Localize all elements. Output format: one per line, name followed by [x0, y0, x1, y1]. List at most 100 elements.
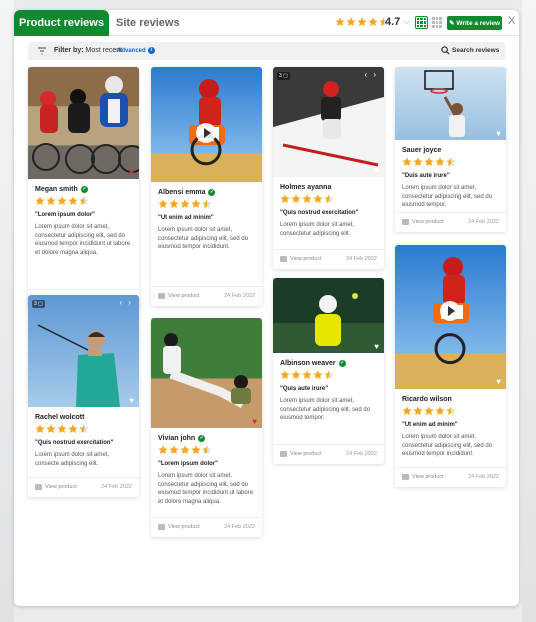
star-icon — [291, 370, 301, 379]
background-right — [522, 0, 536, 622]
review-title: "Lorem ipsum dolor" — [35, 212, 96, 218]
overall-rating-stars — [335, 17, 389, 29]
product-icon — [35, 484, 42, 490]
view-product-link[interactable]: View product — [158, 524, 200, 530]
star-icon — [68, 196, 78, 205]
star-icon — [313, 194, 323, 203]
filter-icon[interactable] — [37, 46, 47, 56]
star-icon — [357, 17, 367, 26]
card-divider — [28, 477, 139, 478]
heart-icon[interactable]: ♥ — [374, 166, 379, 175]
review-photo[interactable] — [28, 295, 139, 407]
image-nav-arrows[interactable]: ‹ › — [119, 298, 133, 307]
review-stars — [158, 199, 212, 209]
tab-product-reviews[interactable]: Product reviews — [14, 10, 109, 36]
reviewer-name: Albinson weaver ✓ — [280, 360, 346, 367]
view-product-link[interactable]: View product — [402, 474, 444, 480]
star-icon — [424, 157, 434, 166]
heart-icon[interactable]: ♥ — [374, 342, 379, 351]
background-left — [0, 0, 14, 622]
heart-filled-icon[interactable]: ♥ — [129, 168, 134, 177]
media-count-badge: 3 ▢ — [277, 72, 290, 80]
review-card[interactable]: ♥ Vivian john ✓ "Lorem ipsum dolor" Lorem… — [151, 318, 262, 537]
reviewer-name: Vivian john ✓ — [158, 435, 206, 442]
view-product-link[interactable]: View product — [280, 256, 322, 262]
review-card[interactable]: 3 ▢ ‹ › ♥ Rachel wolcott "Quis nostrud e… — [28, 295, 139, 497]
star-icon — [202, 445, 212, 454]
star-icon — [46, 196, 56, 205]
play-video-icon[interactable] — [440, 301, 460, 321]
view-product-link[interactable]: View product — [158, 293, 200, 299]
heart-icon[interactable]: ♥ — [496, 377, 501, 386]
heart-icon[interactable]: ♥ — [496, 129, 501, 138]
verified-check-icon: ✓ — [80, 186, 88, 193]
view-product-link[interactable]: View product — [35, 484, 77, 490]
close-button[interactable]: X — [508, 15, 515, 27]
review-photo[interactable] — [273, 278, 384, 353]
review-body: Lorem ipsum dolor sit amet, consectetur … — [35, 224, 131, 256]
product-icon — [402, 474, 409, 480]
review-stars — [158, 445, 212, 455]
search-icon[interactable] — [441, 46, 450, 55]
review-card[interactable]: ♥ Albinson weaver ✓ "Quis aute irure" Lor… — [273, 278, 384, 464]
write-review-button[interactable]: ✎ Write a review — [447, 16, 502, 30]
verified-check-icon: ✓ — [338, 360, 346, 367]
search-reviews-button[interactable]: Search reviews — [452, 47, 499, 54]
product-icon — [280, 451, 287, 457]
star-icon — [446, 157, 456, 166]
review-photo[interactable] — [273, 67, 384, 177]
heart-icon[interactable]: ♥ — [129, 396, 134, 405]
grid-view-icon[interactable] — [415, 16, 428, 29]
review-card[interactable]: 27 ♥ Albensi emma✓ "Ut enim ad minim" Lo… — [151, 67, 262, 306]
review-card[interactable]: ♥ Megan smith ✓ "Lorem ipsum dolor" Lorem… — [28, 67, 139, 309]
heart-icon[interactable]: ♥ — [252, 198, 257, 207]
review-body: Lorem ipsum dolor sit amet, consectetur … — [280, 222, 355, 237]
image-nav-arrows[interactable]: ‹ › — [364, 70, 378, 79]
star-icon — [280, 370, 290, 379]
filter-bar: Filter by: Most recent Advanced i Search … — [28, 42, 505, 60]
review-card[interactable]: 3 ▢ ‹ › ♥ Holmes ayanna "Quis nostrud ex… — [273, 67, 384, 269]
review-date: 24 Feb 2022 — [468, 474, 499, 480]
reviewer-name: Ricardo wilson — [402, 396, 452, 403]
star-icon — [180, 445, 190, 454]
view-product-link[interactable]: View product — [280, 451, 322, 457]
star-icon — [313, 370, 323, 379]
filter-dropdown[interactable]: Filter by: Most recent — [54, 47, 122, 54]
star-icon — [280, 194, 290, 203]
view-product-link[interactable]: View product — [402, 219, 444, 225]
review-stars — [280, 370, 334, 380]
list-view-icon[interactable] — [431, 16, 443, 29]
review-photo[interactable] — [395, 67, 506, 140]
card-divider — [395, 212, 506, 213]
review-card[interactable]: 27 ♥ Ricardo wilson "Ut enim ad minim" L… — [395, 245, 506, 487]
star-icon — [346, 17, 356, 26]
star-icon — [169, 199, 179, 208]
review-photo[interactable] — [151, 318, 262, 428]
review-date: 24 Feb 2022 — [224, 524, 255, 530]
star-icon — [324, 194, 334, 203]
review-date: 24 Feb 2022 — [101, 484, 132, 490]
review-stars — [35, 196, 89, 206]
star-icon — [413, 406, 423, 415]
star-icon — [79, 424, 89, 433]
card-divider — [273, 444, 384, 445]
info-icon: i — [147, 47, 155, 54]
review-title: "Ut enim ad minim" — [402, 422, 458, 428]
review-card[interactable]: ♥ Sauer joyce "Duis aute irure" Lorem ip… — [395, 67, 506, 232]
heart-filled-icon[interactable]: ♥ — [252, 417, 257, 426]
play-video-icon[interactable] — [196, 123, 216, 143]
star-icon — [368, 17, 378, 26]
star-icon — [324, 370, 334, 379]
card-divider — [151, 286, 262, 287]
review-title: "Quis nostrud exercitation" — [35, 440, 114, 446]
advanced-filter-link[interactable]: Advanced i — [117, 47, 155, 54]
review-date: 24 Feb 2022 — [468, 219, 499, 225]
tab-site-reviews[interactable]: Site reviews — [116, 10, 180, 36]
chevron-down-icon[interactable]: ⌵ — [403, 16, 410, 27]
media-count-badge: 3 ▢ — [32, 300, 45, 308]
advanced-label: Advanced — [117, 48, 146, 55]
star-icon — [291, 194, 301, 203]
review-photo[interactable] — [28, 67, 139, 179]
write-review-label: Write a review — [456, 19, 501, 27]
verified-check-icon: ✓ — [208, 189, 216, 196]
